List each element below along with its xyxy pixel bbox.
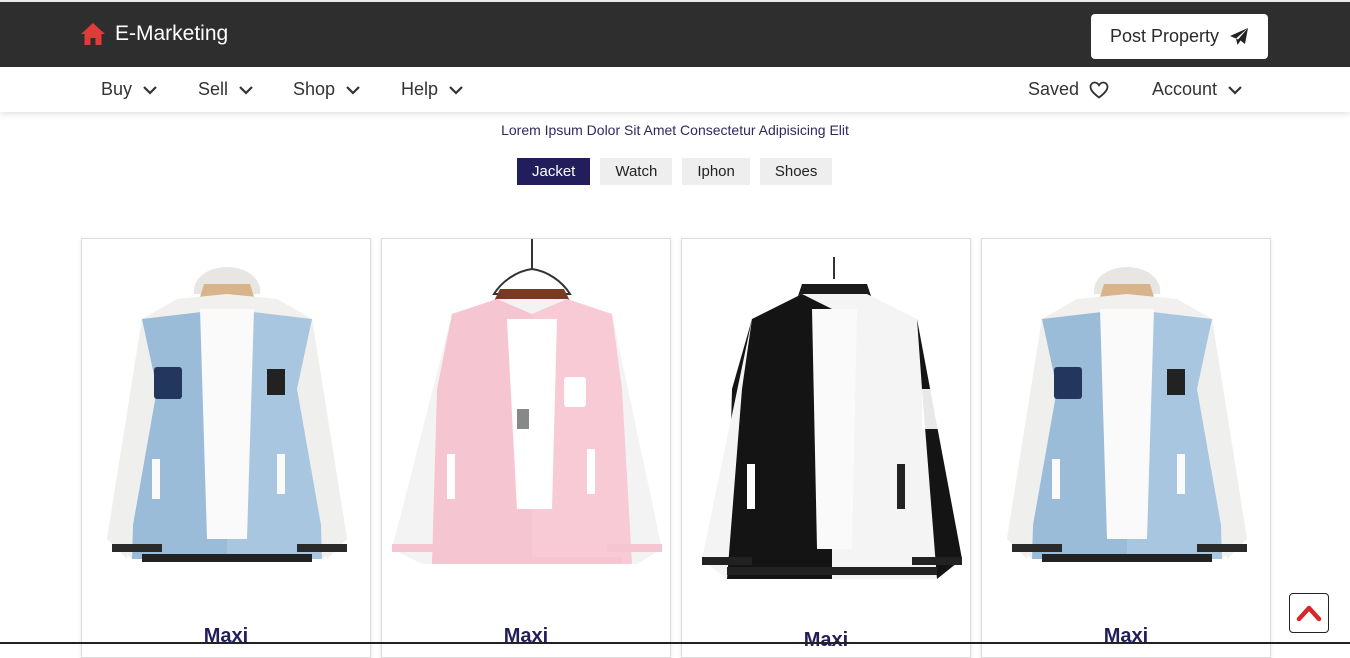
nav-label: Buy <box>101 79 133 99</box>
nav-item-shop[interactable]: Shop <box>293 67 361 112</box>
tab-jacket[interactable]: Jacket <box>517 158 591 185</box>
section-tagline: Lorem Ipsum Dolor Sit Amet Consectetur A… <box>501 122 849 138</box>
nav-label: Sell <box>198 79 229 99</box>
post-property-button[interactable]: Post Property <box>1091 14 1268 59</box>
product-card[interactable]: Maxi <box>81 238 371 658</box>
product-title: Maxi <box>503 625 549 647</box>
nav-label: Shop <box>293 79 336 99</box>
product-card[interactable]: Maxi <box>681 238 971 658</box>
nav-item-saved[interactable]: Saved <box>1028 67 1109 112</box>
heart-icon <box>1089 81 1109 99</box>
product-title: Maxi <box>203 625 249 647</box>
chevron-down-icon <box>1228 85 1242 95</box>
paper-plane-icon <box>1230 27 1249 45</box>
tab-iphon[interactable]: Iphon <box>682 158 750 185</box>
product-image <box>392 239 662 564</box>
product-image <box>702 257 962 579</box>
nav-item-sell[interactable]: Sell <box>198 67 254 112</box>
chevron-down-icon <box>449 85 463 95</box>
scroll-to-top-button[interactable] <box>1289 593 1329 633</box>
product-card[interactable]: Maxi <box>381 238 671 658</box>
main-nav: Buy Sell Shop Help Saved Account <box>0 67 1350 112</box>
top-header: E-Marketing Post Property <box>0 0 1350 67</box>
nav-label: Account <box>1152 79 1218 99</box>
nav-item-help[interactable]: Help <box>401 67 464 112</box>
product-title: Maxi <box>1103 625 1149 647</box>
brand-logo[interactable]: E-Marketing <box>80 22 228 46</box>
tab-shoes[interactable]: Shoes <box>759 158 833 185</box>
chevron-up-icon <box>1296 605 1322 622</box>
nav-label: Help <box>401 79 439 99</box>
nav-item-buy[interactable]: Buy <box>101 67 158 112</box>
chevron-down-icon <box>239 85 253 95</box>
home-icon <box>81 23 105 45</box>
product-image <box>1007 267 1247 562</box>
brand-name: E-Marketing <box>115 22 229 45</box>
chevron-down-icon <box>346 85 360 95</box>
product-image <box>107 267 347 562</box>
tab-watch[interactable]: Watch <box>600 158 673 185</box>
product-card[interactable]: Maxi <box>981 238 1271 658</box>
post-property-label: Post Property <box>1109 26 1220 46</box>
category-tabs: Jacket Watch Iphon Shoes <box>517 158 833 185</box>
product-grid: Maxi Maxi Maxi Maxi <box>81 238 1271 658</box>
nav-label: Saved <box>1028 79 1080 99</box>
chevron-down-icon <box>143 85 157 95</box>
product-title: Maxi <box>803 629 849 651</box>
nav-item-account[interactable]: Account <box>1152 67 1243 112</box>
